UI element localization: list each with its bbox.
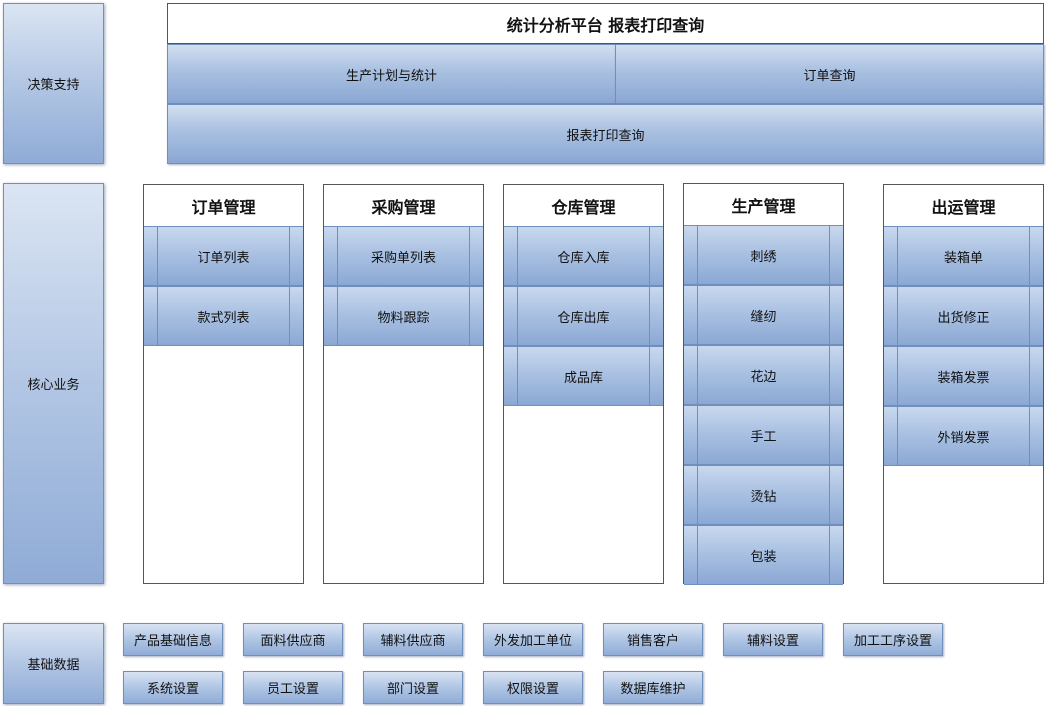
- decision-support-block: 决策支持: [3, 3, 104, 164]
- button-label: 辅料设置: [746, 634, 799, 649]
- menu-item-label: 款式列表: [197, 310, 250, 326]
- basic-accessory-supplier-button[interactable]: 辅料供应商: [363, 623, 463, 656]
- menu-item-packaging[interactable]: 包装: [684, 525, 843, 585]
- purchase-management-column: 采购管理 采购单列表 物料跟踪: [323, 184, 484, 584]
- warehouse-management-title: 仓库管理: [504, 185, 663, 227]
- order-query[interactable]: 订单查询: [615, 44, 1044, 104]
- button-label: 加工工序设置: [853, 634, 932, 649]
- menu-item-packing-list[interactable]: 装箱单: [884, 226, 1043, 286]
- basic-data-label: 基础数据: [27, 658, 80, 673]
- order-management-title: 订单管理: [144, 185, 303, 227]
- menu-item-label: 装箱单: [943, 250, 983, 266]
- platform-title-text: 统计分析平台 报表打印查询: [506, 15, 705, 35]
- basic-outsourcing-unit-button[interactable]: 外发加工单位: [483, 623, 583, 656]
- menu-item-packing-invoice[interactable]: 装箱发票: [884, 346, 1043, 406]
- basic-employee-settings-button[interactable]: 员工设置: [243, 671, 343, 704]
- warehouse-management-column: 仓库管理 仓库入库 仓库出库 成品库: [503, 184, 664, 584]
- menu-item-label: 装箱发票: [937, 370, 990, 386]
- basic-sales-customer-button[interactable]: 销售客户: [603, 623, 703, 656]
- menu-item-label: 订单列表: [197, 250, 250, 266]
- production-plan-stats[interactable]: 生产计划与统计: [167, 44, 616, 104]
- menu-item-label: 烫钻: [750, 489, 777, 505]
- menu-item-finished-goods[interactable]: 成品库: [504, 346, 663, 406]
- order-query-label: 订单查询: [803, 68, 856, 84]
- report-print-query-label: 报表打印查询: [566, 128, 645, 144]
- button-label: 系统设置: [146, 682, 199, 697]
- basic-database-maintenance-button[interactable]: 数据库维护: [603, 671, 703, 704]
- button-label: 产品基础信息: [133, 634, 212, 649]
- production-management-column: 生产管理 刺绣 缝纫 花边 手工 烫钻 包装: [683, 183, 844, 585]
- decision-support-label: 决策支持: [27, 78, 80, 93]
- menu-item-label: 外销发票: [937, 430, 990, 446]
- menu-item-lace[interactable]: 花边: [684, 345, 843, 405]
- menu-item-label: 出货修正: [937, 310, 990, 326]
- basic-process-settings-button[interactable]: 加工工序设置: [843, 623, 943, 656]
- menu-item-hot-drill[interactable]: 烫钻: [684, 465, 843, 525]
- button-label: 员工设置: [266, 682, 319, 697]
- button-label: 部门设置: [386, 682, 439, 697]
- core-business-label: 核心业务: [27, 378, 80, 393]
- production-plan-stats-label: 生产计划与统计: [345, 68, 437, 84]
- basic-permission-settings-button[interactable]: 权限设置: [483, 671, 583, 704]
- menu-item-label: 缝纫: [750, 309, 777, 325]
- basic-product-info-button[interactable]: 产品基础信息: [123, 623, 223, 656]
- button-label: 销售客户: [626, 634, 679, 649]
- menu-item-warehouse-in[interactable]: 仓库入库: [504, 226, 663, 286]
- basic-system-settings-button[interactable]: 系统设置: [123, 671, 223, 704]
- shipping-management-column: 出运管理 装箱单 出货修正 装箱发票 外销发票: [883, 184, 1044, 584]
- menu-item-label: 手工: [750, 429, 777, 445]
- core-business-block: 核心业务: [3, 183, 104, 584]
- menu-item-label: 花边: [750, 369, 777, 385]
- menu-item-label: 仓库入库: [557, 250, 610, 266]
- platform-title: 统计分析平台 报表打印查询: [167, 3, 1044, 44]
- menu-item-label: 仓库出库: [557, 310, 610, 326]
- order-management-column: 订单管理 订单列表 款式列表: [143, 184, 304, 584]
- menu-item-shipment-correction[interactable]: 出货修正: [884, 286, 1043, 346]
- menu-item-embroidery[interactable]: 刺绣: [684, 225, 843, 285]
- button-label: 面料供应商: [260, 634, 326, 649]
- menu-item-style-list[interactable]: 款式列表: [144, 286, 303, 346]
- button-label: 辅料供应商: [380, 634, 446, 649]
- menu-item-export-invoice[interactable]: 外销发票: [884, 406, 1043, 466]
- menu-item-label: 采购单列表: [370, 250, 436, 266]
- menu-item-label: 刺绣: [750, 249, 777, 265]
- basic-accessory-settings-button[interactable]: 辅料设置: [723, 623, 823, 656]
- button-label: 数据库维护: [620, 682, 686, 697]
- button-label: 权限设置: [506, 682, 559, 697]
- report-print-query[interactable]: 报表打印查询: [167, 104, 1044, 164]
- menu-item-handwork[interactable]: 手工: [684, 405, 843, 465]
- menu-item-sewing[interactable]: 缝纫: [684, 285, 843, 345]
- production-management-title: 生产管理: [684, 184, 843, 226]
- menu-item-label: 包装: [750, 549, 777, 565]
- menu-item-warehouse-out[interactable]: 仓库出库: [504, 286, 663, 346]
- purchase-management-title: 采购管理: [324, 185, 483, 227]
- menu-item-material-tracking[interactable]: 物料跟踪: [324, 286, 483, 346]
- basic-department-settings-button[interactable]: 部门设置: [363, 671, 463, 704]
- menu-item-purchase-order-list[interactable]: 采购单列表: [324, 226, 483, 286]
- basic-data-block: 基础数据: [3, 623, 104, 704]
- menu-item-order-list[interactable]: 订单列表: [144, 226, 303, 286]
- basic-fabric-supplier-button[interactable]: 面料供应商: [243, 623, 343, 656]
- button-label: 外发加工单位: [493, 634, 572, 649]
- menu-item-label: 成品库: [563, 370, 603, 386]
- shipping-management-title: 出运管理: [884, 185, 1043, 227]
- menu-item-label: 物料跟踪: [377, 310, 430, 326]
